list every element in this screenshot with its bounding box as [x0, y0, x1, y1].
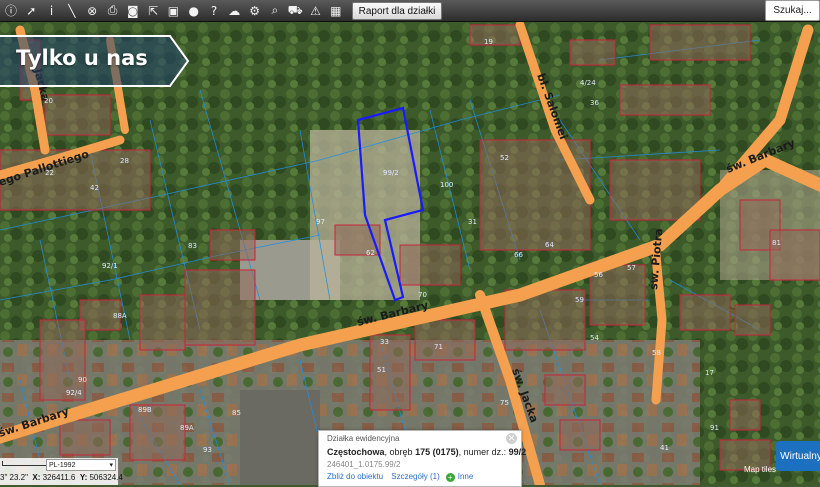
- settings-icon[interactable]: ⚙: [246, 2, 264, 19]
- parcel-number-label: 57: [627, 264, 636, 272]
- crs-value: PL-1992: [49, 461, 76, 469]
- parcel-number-label: 4/24: [580, 79, 596, 87]
- y-label: Y:: [79, 473, 88, 482]
- warning-icon[interactable]: ⚠: [307, 2, 325, 19]
- coord-prefix: 3" 23.2": [0, 473, 28, 482]
- parcel-number-label: 100: [440, 181, 453, 189]
- parcel-number-label: 52: [500, 154, 509, 162]
- parcel-number: 99/2: [508, 447, 527, 457]
- parcel-number-label: 33: [380, 338, 389, 346]
- measure-icon[interactable]: ╲: [63, 2, 81, 19]
- parcel-number-label: 93: [203, 446, 212, 454]
- parcel-number-label: 70: [418, 291, 427, 299]
- info-icon[interactable]: i: [43, 2, 61, 19]
- crs-select[interactable]: PL-1992 ▾: [46, 459, 116, 471]
- parcel-number-label: 83: [188, 242, 197, 250]
- parcel-number-label: 71: [434, 343, 443, 351]
- parcel-number-label: 97: [316, 218, 325, 226]
- link-icon[interactable]: ⊗: [83, 2, 101, 19]
- virtual-tour-button[interactable]: Wirtualny: [776, 441, 820, 471]
- parcel-id: 246401_1.0175.99/2: [327, 460, 401, 469]
- numer-label: , numer dz.:: [458, 447, 507, 457]
- map-tiles-attribution: Map tiles: [744, 465, 777, 474]
- parcel-number-label: 56: [594, 271, 603, 279]
- close-icon[interactable]: ✕: [506, 433, 517, 444]
- parcel-number-label: 19: [484, 38, 493, 46]
- cart-icon[interactable]: ⛟: [286, 2, 304, 19]
- parcel-number-label: 59: [575, 296, 584, 304]
- parcel-number-label: 85: [232, 409, 241, 417]
- cloud-icon[interactable]: ☁: [225, 2, 243, 19]
- parcel-number-label: 66: [514, 251, 523, 259]
- parcel-number-label: 64: [545, 241, 554, 249]
- parcel-number-label: 20: [44, 97, 53, 105]
- zoom-icon[interactable]: ⌕: [266, 2, 284, 19]
- apps-icon[interactable]: ▦: [327, 2, 345, 19]
- comment-icon[interactable]: ●: [185, 2, 203, 19]
- parcel-number-label: 88A: [113, 312, 127, 320]
- print-icon[interactable]: ⎙: [104, 2, 122, 19]
- parcel-report-button[interactable]: Raport dla działki: [352, 2, 442, 20]
- parcel-number-label: 28: [120, 157, 129, 165]
- help-icon[interactable]: ?: [205, 2, 223, 19]
- parcel-number-label: 75: [500, 399, 509, 407]
- pointer-icon[interactable]: ➚: [22, 2, 40, 19]
- obreb-label: , obręb: [384, 447, 413, 457]
- x-value: 326411.6: [42, 473, 76, 482]
- parcel-number-label: 54: [590, 334, 599, 342]
- parcel-number-label: 81: [772, 239, 781, 247]
- parcel-number-label: 42: [90, 184, 99, 192]
- x-label: X:: [32, 473, 41, 482]
- zoom-to-object-link[interactable]: Zbliż do obiektu: [327, 472, 383, 481]
- obreb-value: 175 (0175): [415, 447, 459, 457]
- search-button[interactable]: Szukaj...: [765, 0, 820, 21]
- parcel-number-label: 41: [660, 444, 669, 452]
- details-link[interactable]: Szczegóły (1): [391, 472, 439, 481]
- coordinates-readout: 3" 23.2" X: 326411.6 Y: 506324.4: [0, 473, 123, 482]
- export-icon[interactable]: ⇱: [144, 2, 162, 19]
- parcel-number-label: 58: [652, 349, 661, 357]
- more-link[interactable]: Inne: [458, 472, 474, 481]
- parcel-number-label: 91: [710, 424, 719, 432]
- parcel-number-label: 62: [366, 249, 375, 257]
- parcel-number-label: 17: [705, 369, 714, 377]
- parcel-number-label: 92/4: [66, 389, 82, 397]
- y-value: 506324.4: [89, 473, 123, 482]
- plus-icon[interactable]: +: [445, 473, 455, 482]
- layers-icon[interactable]: ▣: [164, 2, 182, 19]
- promo-text: Tylko u nas: [16, 46, 148, 70]
- parcel-number-label: 92/1: [102, 262, 118, 270]
- parcel-summary: Częstochowa, obręb 175 (0175), numer dz.…: [327, 447, 526, 457]
- popup-links: Zbliż do obiektu Szczegóły (1) + Inne: [327, 472, 473, 482]
- toolbar: ⓘ ➚ i ╲ ⊗ ⎙ ◙ ⇱ ▣ ●? ☁ ⚙ ⌕ ⛟ ⚠ ▦ Raport dla działki Szu…: [0, 0, 820, 22]
- parcel-number-label: 89A: [180, 424, 194, 432]
- parcel-number-label: 31: [468, 218, 477, 226]
- map-info-icon[interactable]: ⓘ: [2, 2, 20, 19]
- camera-icon[interactable]: ◙: [124, 2, 142, 19]
- parcel-info-popup: Działka ewidencyjna ✕ Częstochowa, obręb…: [318, 430, 526, 487]
- parcel-number-label: 90: [78, 376, 87, 384]
- parcel-number-label: 51: [377, 366, 386, 374]
- parcel-number-label: 22: [45, 169, 54, 177]
- parcel-number-label: 36: [590, 99, 599, 107]
- parcel-number-label: 99/2: [383, 169, 399, 177]
- city-name: Częstochowa: [327, 447, 385, 457]
- chevron-down-icon: ▾: [109, 462, 113, 469]
- parcel-number-label: 89B: [138, 406, 152, 414]
- popup-title: Działka ewidencyjna: [327, 434, 400, 443]
- scale-bar: [2, 461, 48, 466]
